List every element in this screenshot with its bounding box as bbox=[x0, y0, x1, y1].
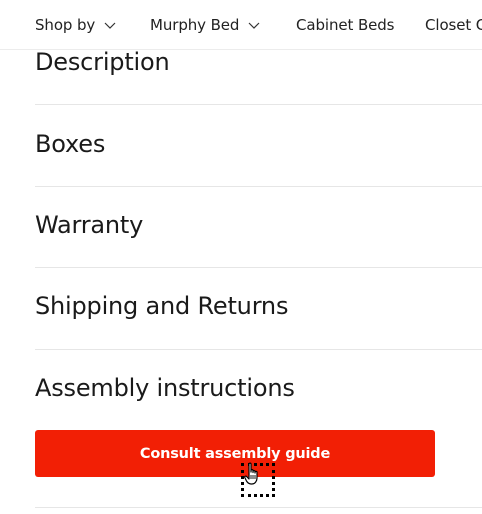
nav-item-label: Shop by bbox=[35, 16, 96, 34]
nav-item-label: Closet C bbox=[425, 16, 482, 34]
top-nav: Shop by Murphy Bed Cabinet Beds Closet C bbox=[0, 0, 482, 50]
nav-item-closet[interactable]: Closet C bbox=[425, 0, 482, 49]
divider bbox=[35, 186, 482, 187]
divider bbox=[35, 267, 482, 268]
accordion-section-shipping-returns[interactable]: Shipping and Returns bbox=[35, 292, 482, 320]
divider bbox=[35, 507, 482, 508]
nav-item-shop-by[interactable]: Shop by bbox=[35, 0, 116, 49]
accordion-section-boxes[interactable]: Boxes bbox=[35, 130, 482, 158]
nav-item-cabinet-beds[interactable]: Cabinet Beds bbox=[296, 0, 395, 49]
divider bbox=[35, 104, 482, 105]
chevron-down-icon bbox=[104, 22, 116, 29]
chevron-down-icon bbox=[248, 22, 260, 29]
nav-item-label: Cabinet Beds bbox=[296, 16, 395, 34]
nav-item-murphy-bed[interactable]: Murphy Bed bbox=[150, 0, 260, 49]
hand-pointer-icon bbox=[244, 462, 258, 485]
divider bbox=[35, 349, 482, 350]
nav-item-label: Murphy Bed bbox=[150, 16, 240, 34]
accordion-section-warranty[interactable]: Warranty bbox=[35, 211, 482, 239]
product-details-page: Shop by Murphy Bed Cabinet Beds Closet C… bbox=[0, 0, 482, 514]
consult-assembly-guide-button[interactable]: Consult assembly guide bbox=[35, 430, 435, 477]
accordion-section-description[interactable]: Description bbox=[35, 48, 482, 76]
accordion-section-assembly-instructions[interactable]: Assembly instructions bbox=[35, 374, 482, 402]
